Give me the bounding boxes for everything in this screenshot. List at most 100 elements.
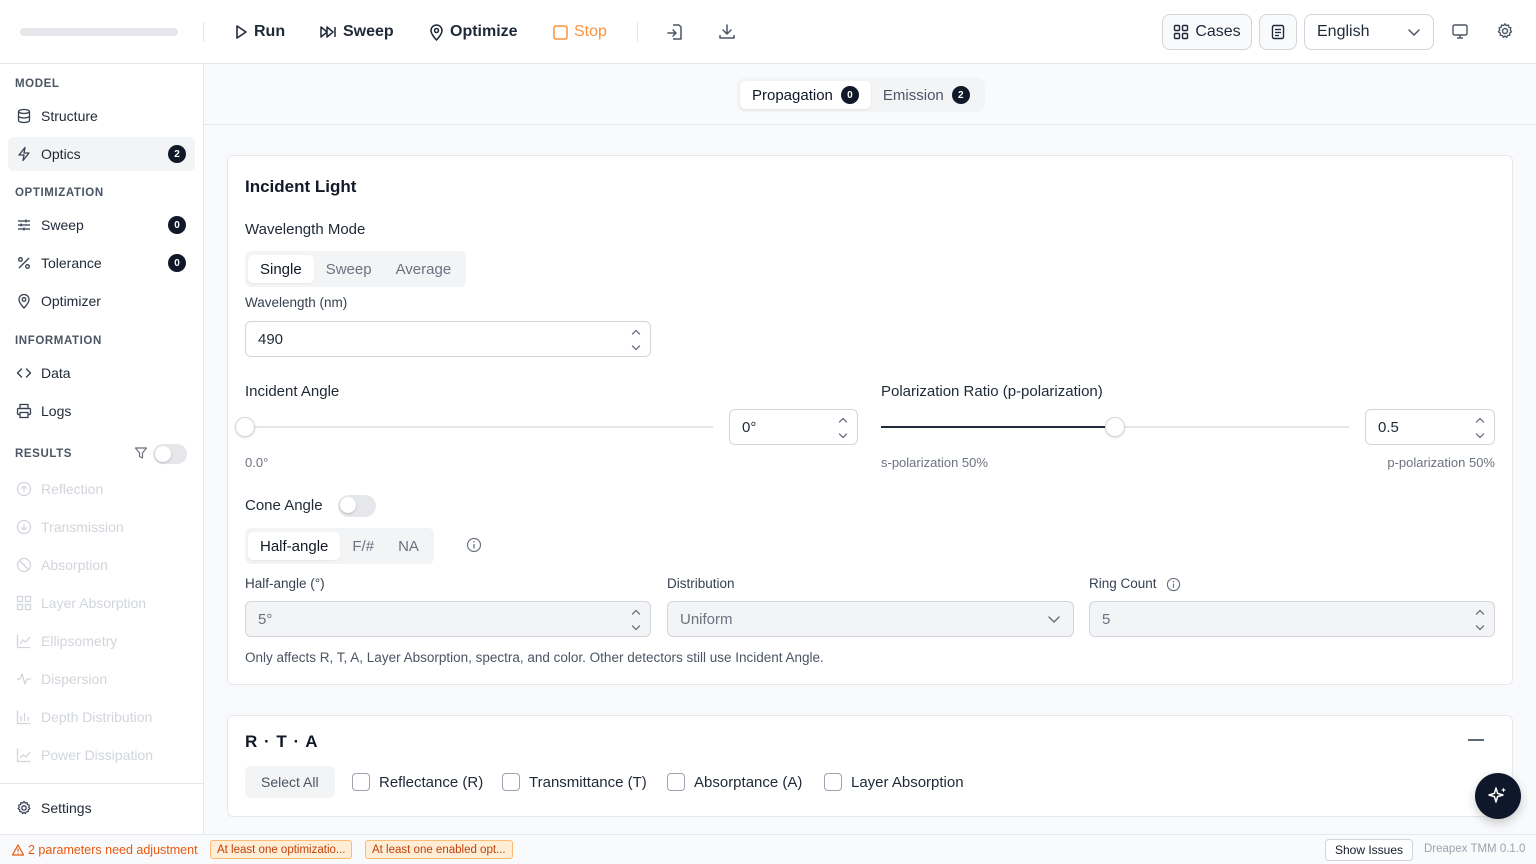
sidebar-item-logs[interactable]: Logs xyxy=(8,394,195,428)
optimize-button[interactable]: Optimize xyxy=(429,18,518,46)
sidebar-item-depth-distribution[interactable]: Depth Distribution xyxy=(8,700,195,734)
transmittance-checkbox[interactable]: Transmittance (T) xyxy=(502,773,647,791)
s-polarization-readout: s-polarization 50% xyxy=(881,455,988,470)
sidebar-item-power-dissipation[interactable]: Power Dissipation xyxy=(8,738,195,772)
sidebar-item-optimizer[interactable]: Optimizer xyxy=(8,284,195,318)
play-icon xyxy=(236,25,247,39)
warning-triangle-icon xyxy=(12,844,24,856)
stepper-icon[interactable] xyxy=(630,607,642,633)
sidebar-item-sweep[interactable]: Sweep 0 xyxy=(8,208,195,242)
checkbox-box[interactable] xyxy=(824,773,842,791)
sidebar-item-data[interactable]: Data xyxy=(8,356,195,390)
cases-button[interactable]: Cases xyxy=(1162,14,1252,50)
sparkle-icon xyxy=(1488,787,1506,803)
printer-icon xyxy=(16,403,32,419)
cone-angle-note: Only affects R, T, A, Layer Absorption, … xyxy=(245,650,824,665)
ring-count-input[interactable]: 5 xyxy=(1089,601,1495,637)
lightning-icon xyxy=(18,146,30,162)
mode-sweep[interactable]: Sweep xyxy=(314,255,384,283)
incident-angle-track[interactable] xyxy=(245,426,713,428)
polarization-input[interactable]: 0.5 xyxy=(1365,409,1495,445)
distribution-select[interactable]: Uniform xyxy=(667,601,1074,637)
card-title: Incident Light xyxy=(245,177,357,196)
reflectance-checkbox[interactable]: Reflectance (R) xyxy=(352,773,483,791)
gear-icon[interactable] xyxy=(1496,22,1516,42)
wavelength-input[interactable]: 490 xyxy=(245,321,651,357)
warning-chip[interactable]: At least one optimizatio... xyxy=(210,840,353,859)
rta-card: R · T · A Select All Reflectance (R) Tra… xyxy=(227,715,1513,817)
sweep-count-badge: 0 xyxy=(168,216,186,234)
percent-icon xyxy=(18,257,30,269)
area-chart-icon xyxy=(16,634,31,649)
checkbox-box[interactable] xyxy=(667,773,685,791)
status-bar: 2 parameters need adjustment At least on… xyxy=(0,834,1536,864)
sidebar-divider xyxy=(0,783,203,784)
p-polarization-readout: p-polarization 50% xyxy=(1387,455,1495,470)
toolbar-divider xyxy=(637,22,638,42)
info-icon[interactable] xyxy=(466,537,482,553)
stepper-icon[interactable] xyxy=(837,415,849,441)
cone-mode-na[interactable]: NA xyxy=(386,532,431,560)
card-title: R · T · A xyxy=(245,732,319,751)
sidebar-item-reflection[interactable]: Reflection xyxy=(8,472,195,506)
warning-chip[interactable]: At least one enabled opt... xyxy=(365,840,513,859)
stop-square-icon xyxy=(553,24,568,40)
document-button[interactable] xyxy=(1259,14,1297,50)
cone-mode-segmented: Half-angle F/# NA xyxy=(245,528,434,564)
tab-propagation[interactable]: Propagation 0 xyxy=(740,81,871,109)
tab-emission[interactable]: Emission 2 xyxy=(871,81,982,109)
checkbox-box[interactable] xyxy=(352,773,370,791)
wavelength-mode-label: Wavelength Mode xyxy=(245,221,366,238)
ban-icon xyxy=(16,557,32,573)
filter-icon[interactable] xyxy=(134,446,148,460)
select-all-button[interactable]: Select All xyxy=(245,766,335,798)
cone-mode-f-number[interactable]: F/# xyxy=(340,532,386,560)
stepper-icon[interactable] xyxy=(1474,607,1486,633)
cone-angle-toggle[interactable] xyxy=(338,495,376,517)
download-icon[interactable] xyxy=(717,22,737,42)
sidebar-item-structure[interactable]: Structure xyxy=(8,99,195,133)
sidebar-item-absorption[interactable]: Absorption xyxy=(8,548,195,582)
import-icon[interactable] xyxy=(665,22,685,42)
ai-assistant-button[interactable] xyxy=(1475,773,1521,819)
layer-absorption-checkbox[interactable]: Layer Absorption xyxy=(824,773,964,791)
polarization-fill xyxy=(881,426,1115,428)
stop-button[interactable]: Stop xyxy=(553,18,607,46)
chevron-down-icon xyxy=(1408,29,1420,36)
language-select[interactable]: English xyxy=(1304,14,1434,50)
tabs-bar: Propagation 0 Emission 2 xyxy=(204,64,1536,125)
results-filter-toggle[interactable] xyxy=(153,444,187,464)
mode-single[interactable]: Single xyxy=(248,255,314,283)
info-icon[interactable] xyxy=(1166,577,1181,592)
sidebar-item-optics[interactable]: Optics 2 xyxy=(8,137,195,171)
code-icon xyxy=(16,368,32,378)
parameter-warning[interactable]: 2 parameters need adjustment xyxy=(12,843,198,857)
arrow-down-circle-icon xyxy=(16,519,32,535)
sweep-button[interactable]: Sweep xyxy=(319,18,394,46)
monitor-icon[interactable] xyxy=(1451,22,1471,42)
sidebar-item-settings[interactable]: Settings xyxy=(8,791,195,825)
stepper-icon[interactable] xyxy=(630,327,642,353)
sidebar-item-transmission[interactable]: Transmission xyxy=(8,510,195,544)
checkbox-box[interactable] xyxy=(502,773,520,791)
incident-angle-slider-thumb[interactable] xyxy=(235,417,255,437)
sidebar-item-layer-absorption[interactable]: Layer Absorption xyxy=(8,586,195,620)
cone-mode-half-angle[interactable]: Half-angle xyxy=(248,532,341,560)
tab-badge: 2 xyxy=(951,86,970,104)
collapse-icon[interactable] xyxy=(1468,738,1484,742)
stepper-icon[interactable] xyxy=(1474,415,1486,441)
mode-average[interactable]: Average xyxy=(384,255,464,283)
wavelength-label: Wavelength (nm) xyxy=(245,295,348,310)
sidebar-item-dispersion[interactable]: Dispersion xyxy=(8,662,195,696)
incident-angle-input[interactable]: 0° xyxy=(729,409,858,445)
polarization-slider-thumb[interactable] xyxy=(1105,417,1125,437)
tab-badge: 0 xyxy=(840,86,859,104)
sidebar-item-tolerance[interactable]: Tolerance 0 xyxy=(8,246,195,280)
half-angle-input[interactable]: 5° xyxy=(245,601,651,637)
sidebar-item-ellipsometry[interactable]: Ellipsometry xyxy=(8,624,195,658)
run-button[interactable]: Run xyxy=(234,18,285,46)
show-issues-button[interactable]: Show Issues xyxy=(1325,839,1413,861)
half-angle-label: Half-angle (°) xyxy=(245,576,325,591)
line-chart-icon xyxy=(16,748,31,763)
absorptance-checkbox[interactable]: Absorptance (A) xyxy=(667,773,802,791)
